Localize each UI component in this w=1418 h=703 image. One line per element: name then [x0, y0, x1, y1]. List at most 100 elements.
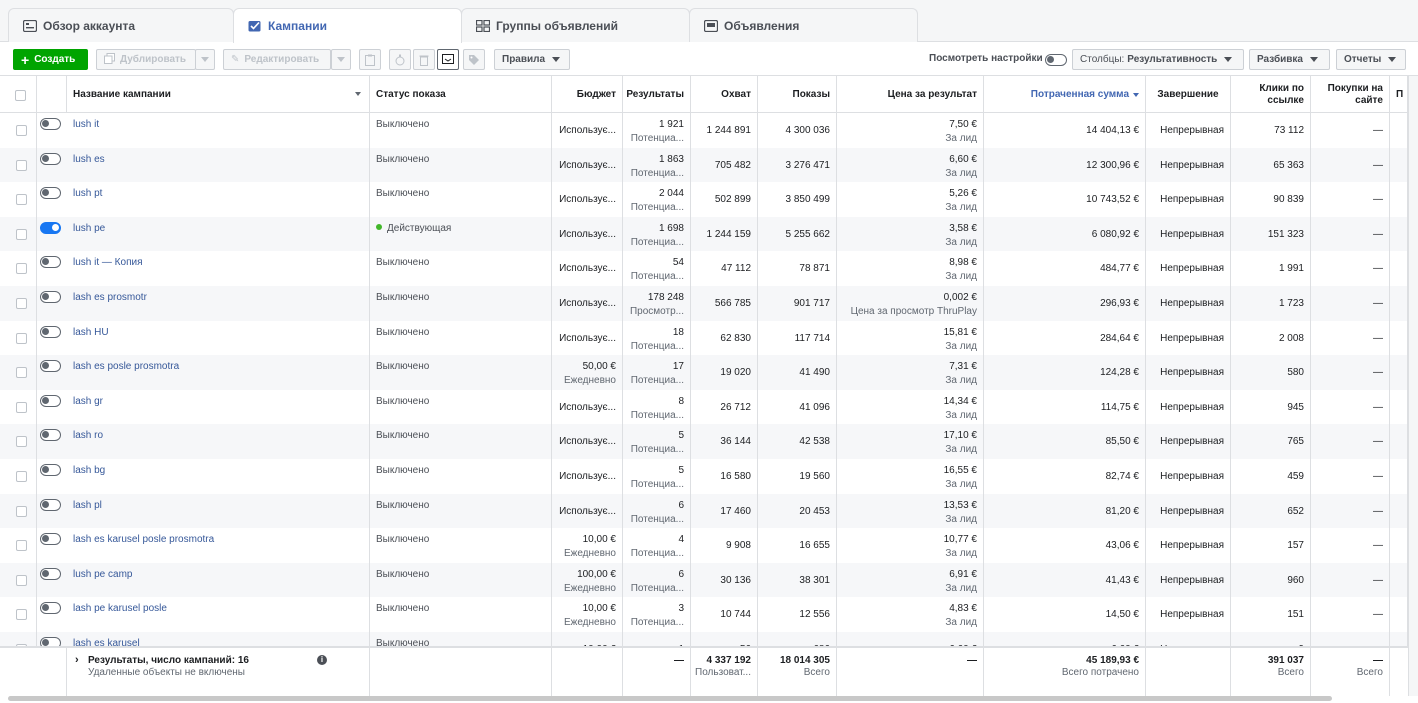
row-checkbox[interactable] [16, 125, 27, 136]
column-header-name[interactable]: Название кампании [67, 76, 370, 113]
column-header-impressions[interactable]: Показы [758, 76, 837, 113]
table-row[interactable]: lash bg Выключено Использує... 5 Потенциа...… [0, 459, 1418, 494]
campaign-toggle[interactable] [40, 221, 61, 234]
campaign-name-link[interactable]: lush it — Копия [73, 257, 142, 268]
row-checkbox[interactable] [16, 505, 27, 517]
campaign-toggle[interactable] [40, 118, 61, 130]
campaign-name-link[interactable]: lash gr [73, 396, 103, 407]
campaign-toggle[interactable] [40, 602, 61, 615]
test-button[interactable] [389, 49, 411, 70]
column-header-ends[interactable]: Завершение [1146, 76, 1231, 113]
row-checkbox[interactable] [16, 194, 27, 206]
select-all-checkbox[interactable] [15, 90, 26, 101]
campaign-name-link[interactable]: lash es karusel posle prosmotra [73, 534, 214, 545]
table-row[interactable]: lush it Выключено Использує... 1 921 Потенци… [0, 113, 1418, 148]
tab-ad-sets[interactable]: Группы объявлений [461, 8, 690, 42]
cell-ends: Непрерывная [1146, 597, 1231, 632]
row-checkbox[interactable] [16, 436, 27, 448]
campaign-name-link[interactable]: lash es posle prosmotra [73, 361, 179, 372]
campaign-toggle[interactable] [40, 187, 61, 200]
table-row[interactable]: lush pe Действующая Использує... 1 698 Потен… [0, 216, 1418, 252]
reports-button[interactable]: Отчеты [1336, 49, 1406, 70]
campaign-toggle[interactable] [40, 325, 61, 338]
row-checkbox[interactable] [16, 228, 27, 240]
campaign-toggle[interactable] [40, 533, 61, 546]
row-checkbox[interactable] [16, 471, 27, 482]
edit-dropdown-button[interactable] [331, 49, 351, 70]
summary-title-cell[interactable]: › Результаты, число кампаний: 16 i Удале… [67, 648, 370, 696]
campaign-name-link[interactable]: lush es [73, 154, 105, 165]
row-checkbox[interactable] [16, 574, 27, 586]
row-checkbox[interactable] [16, 159, 27, 171]
duplicate-button[interactable]: Дублировать [96, 49, 196, 70]
columns-button[interactable]: Столбцы: Результативность [1072, 49, 1244, 70]
row-checkbox[interactable] [16, 540, 27, 552]
view-settings-toggle[interactable] [1045, 54, 1067, 66]
campaign-name-link[interactable]: lash bg [73, 465, 105, 476]
table-row[interactable]: lash pe karusel posle Выключено 10,00 € Еже… [0, 597, 1418, 632]
campaign-name-link[interactable]: lush pt [73, 188, 102, 199]
vertical-scrollbar[interactable] [1408, 76, 1418, 696]
table-row[interactable]: lush es Выключено Использує... 1 863 Потенци… [0, 147, 1418, 183]
row-checkbox[interactable] [16, 609, 27, 621]
campaign-name-link[interactable]: lush pe camp [73, 569, 132, 580]
campaign-toggle[interactable] [40, 360, 61, 373]
campaign-name-link[interactable]: lash pe karusel posle [73, 603, 167, 614]
table-row[interactable]: lash es posle prosmotra Выключено 50,00 € Е… [0, 355, 1418, 390]
delete-button[interactable] [413, 49, 435, 70]
cell-results: 4 Потенциа... [623, 528, 691, 563]
row-checkbox[interactable] [16, 332, 27, 344]
table-row[interactable]: lash es prosmotr Выключено Использує... 178… [0, 286, 1418, 321]
column-header-extra[interactable]: П [1390, 76, 1408, 113]
campaign-toggle[interactable] [40, 498, 61, 511]
tab-campaigns[interactable]: Кампании [233, 8, 462, 43]
campaign-name-link[interactable]: lush it [73, 119, 99, 130]
toggle-header-cell [37, 76, 67, 113]
campaign-toggle[interactable] [40, 256, 61, 269]
tab-account-overview[interactable]: Обзор аккаунта [8, 8, 234, 42]
column-header-results[interactable]: Результаты [623, 76, 691, 113]
table-row[interactable]: lush it — Копия Выключено Использує... 54 По… [0, 251, 1418, 286]
campaign-name-link[interactable]: lash ro [73, 430, 103, 441]
campaign-toggle[interactable] [40, 152, 61, 165]
table-row[interactable]: lash gr Выключено Использує... 8 Потенциа...… [0, 389, 1418, 425]
preview-button[interactable] [437, 49, 459, 70]
row-checkbox[interactable] [16, 401, 27, 413]
table-row[interactable]: lash pl Выключено Использує... 6 Потенциа...… [0, 493, 1418, 529]
campaign-toggle[interactable] [40, 429, 61, 442]
rules-button[interactable]: Правила [494, 49, 570, 70]
table-row[interactable]: lush pt Выключено Использує... 2 044 Потенци… [0, 182, 1418, 217]
summary-amount-spent: 45 189,93 € Всего потрачено [984, 648, 1146, 696]
column-header-status[interactable]: Статус показа [370, 76, 552, 113]
tag-button[interactable] [463, 49, 485, 70]
campaign-toggle[interactable] [40, 291, 61, 303]
column-header-cost-per-result[interactable]: Цена за результат [837, 76, 984, 113]
clipboard-button[interactable] [359, 49, 381, 70]
column-header-link-clicks[interactable]: Клики по ссылке [1231, 76, 1311, 113]
column-header-budget[interactable]: Бюджет [552, 76, 623, 113]
tab-ads[interactable]: Объявления [689, 8, 918, 42]
campaign-toggle[interactable] [40, 464, 61, 476]
create-button[interactable]: + Создать [13, 49, 88, 70]
campaign-toggle[interactable] [40, 394, 61, 407]
campaign-name-link[interactable]: lush pe [73, 223, 105, 234]
cell-results: 3 Потенциа... [623, 597, 691, 632]
row-checkbox[interactable] [16, 263, 27, 275]
table-row[interactable]: lash es karusel posle prosmotra Выключено… [0, 528, 1418, 563]
row-checkbox[interactable] [16, 367, 27, 379]
campaign-toggle[interactable] [40, 567, 61, 580]
column-header-amount-spent[interactable]: Потраченная сумма [984, 76, 1146, 113]
campaign-name-link[interactable]: lash pl [73, 500, 102, 511]
duplicate-dropdown-button[interactable] [195, 49, 215, 70]
column-header-reach[interactable]: Охват [691, 76, 758, 113]
breakdown-button[interactable]: Разбивка [1249, 49, 1330, 70]
horizontal-scrollbar[interactable] [8, 696, 1332, 701]
campaign-name-link[interactable]: lash es prosmotr [73, 292, 147, 303]
table-row[interactable]: lash HU Выключено Использує... 18 Потенциа..… [0, 320, 1418, 356]
edit-button[interactable]: ✎ Редактировать [223, 49, 331, 70]
row-checkbox[interactable] [16, 298, 27, 309]
table-row[interactable]: lush pe camp Выключено 100,00 € Ежедневно 6 П… [0, 562, 1418, 598]
column-header-purchases[interactable]: Покупки на сайте [1311, 76, 1390, 113]
table-row[interactable]: lash ro Выключено Использує... 5 Потенциа...… [0, 424, 1418, 459]
campaign-name-link[interactable]: lash HU [73, 327, 109, 338]
